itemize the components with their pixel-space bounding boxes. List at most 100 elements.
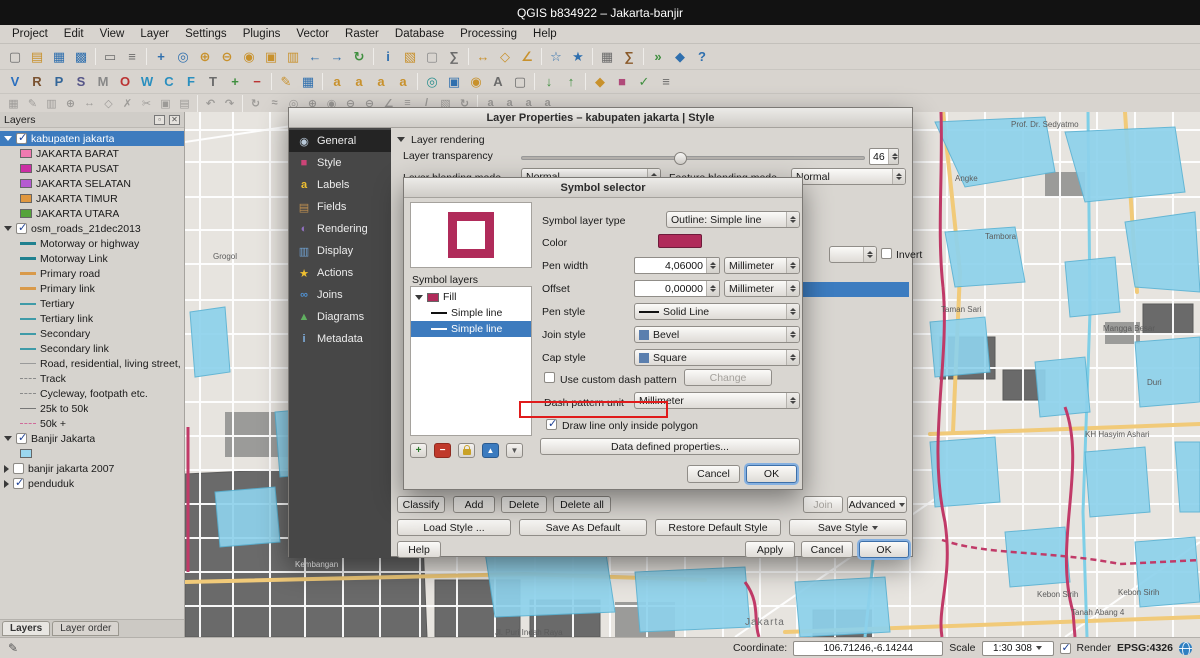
symbol-layer-type-combo[interactable]: Outline: Simple line [666, 211, 800, 228]
layer-item[interactable]: Banjir Jakarta [0, 431, 184, 446]
symbol-cancel-button[interactable]: Cancel [687, 465, 740, 483]
change-dash-button[interactable]: Change [684, 369, 772, 386]
measure-area-icon[interactable]: ◇ [494, 46, 516, 67]
add-wfs-layer-icon[interactable]: F [180, 71, 202, 92]
menu-raster[interactable]: Raster [337, 26, 387, 42]
layer-checkbox[interactable] [16, 133, 27, 144]
layer-item[interactable]: Cycleway, footpath etc. [0, 386, 184, 401]
copy-features-icon[interactable]: ▣ [156, 95, 175, 111]
layer-item[interactable]: JAKARTA TIMUR [0, 191, 184, 206]
layer-item[interactable]: Motorway or highway [0, 236, 184, 251]
labeling-icon[interactable]: a [326, 71, 348, 92]
field-calculator-icon[interactable]: ∑ [618, 46, 640, 67]
node-tool-icon[interactable]: ◇ [99, 95, 118, 111]
layer-item[interactable]: Primary road [0, 266, 184, 281]
new-shapefile-layer-icon[interactable]: + [224, 71, 246, 92]
form-annotation-icon[interactable]: ▢ [509, 71, 531, 92]
move-feature-icon[interactable]: ↔ [80, 95, 99, 111]
layer-item[interactable]: Primary link [0, 281, 184, 296]
composer-manager-icon[interactable]: ≡ [121, 46, 143, 67]
new-bookmark-icon[interactable]: ☆ [545, 46, 567, 67]
offset-unit-combo[interactable]: Millimeter [724, 280, 800, 297]
map-tips-icon[interactable]: ◉ [465, 71, 487, 92]
select-features-icon[interactable]: ▧ [399, 46, 421, 67]
coordinate-input[interactable]: 106.71246,-6.14244 [793, 641, 943, 656]
show-bookmarks-icon[interactable]: ★ [567, 46, 589, 67]
menu-view[interactable]: View [92, 26, 133, 42]
measure-angle-icon[interactable]: ∠ [516, 46, 538, 67]
edits-pencil-icon[interactable]: ✎ [8, 641, 18, 655]
advanced-button[interactable]: Advanced [847, 496, 907, 513]
add-button[interactable]: Add [453, 496, 495, 513]
custom-colors-icon[interactable]: ■ [611, 71, 633, 92]
data-defined-properties-button[interactable]: Data defined properties... [540, 438, 800, 455]
save-project-as-icon[interactable]: ▩ [70, 46, 92, 67]
join-button[interactable]: Join [803, 496, 843, 513]
layer-rendering-expander-icon[interactable] [397, 137, 405, 142]
select-by-expression-icon[interactable]: ∑ [443, 46, 465, 67]
plugin-manager-icon[interactable]: ◆ [669, 46, 691, 67]
expander-icon[interactable] [4, 436, 12, 441]
layer-item[interactable]: Road, residential, living street, etc. [0, 356, 184, 371]
props-tab-joins[interactable]: ∞Joins [289, 284, 391, 306]
help-contents-icon[interactable]: ? [691, 46, 713, 67]
measure-line-icon[interactable]: ↔ [472, 46, 494, 67]
move-layer-up-button[interactable]: ▲ [482, 443, 499, 458]
text-annotation-icon[interactable]: A [487, 71, 509, 92]
new-print-composer-icon[interactable]: ▭ [99, 46, 121, 67]
add-mssql-layer-icon[interactable]: M [92, 71, 114, 92]
toggle-editing-icon[interactable]: ✎ [275, 71, 297, 92]
cancel-button[interactable]: Cancel [801, 541, 853, 558]
invert-checkbox[interactable] [881, 248, 892, 259]
add-wcs-layer-icon[interactable]: C [158, 71, 180, 92]
attribute-table-icon[interactable]: ▦ [596, 46, 618, 67]
layer-item[interactable]: Motorway Link [0, 251, 184, 266]
ok-button[interactable]: OK [859, 541, 909, 558]
layer-checkbox[interactable] [16, 433, 27, 444]
zoom-last-icon[interactable]: ← [304, 46, 326, 67]
layer-item[interactable]: osm_roads_21dec2013 [0, 221, 184, 236]
layer-checkbox[interactable] [13, 463, 24, 474]
pen-width-unit-combo[interactable]: Millimeter [724, 257, 800, 274]
zoom-to-selection-icon[interactable]: ▣ [260, 46, 282, 67]
toggle-editing-digitize-icon[interactable]: ✎ [23, 95, 42, 111]
move-label-icon[interactable]: a [348, 71, 370, 92]
offset-spinbox[interactable]: 0,00000 [634, 280, 720, 297]
menu-layer[interactable]: Layer [132, 26, 177, 42]
menu-help[interactable]: Help [525, 26, 565, 42]
layer-item[interactable]: 50k + [0, 416, 184, 431]
transparency-slider-handle[interactable] [674, 152, 687, 165]
zoom-next-icon[interactable]: → [326, 46, 348, 67]
deselect-features-icon[interactable]: ▢ [421, 46, 443, 67]
help-button[interactable]: Help [397, 541, 441, 558]
menu-database[interactable]: Database [387, 26, 452, 42]
panel-float-icon[interactable]: ▫ [154, 115, 165, 125]
feature-blending-combo[interactable]: Normal [791, 168, 906, 185]
layer-item[interactable]: 25k to 50k [0, 401, 184, 416]
crs-status[interactable]: EPSG:4326 [1117, 642, 1173, 654]
props-tab-style[interactable]: ■Style [289, 152, 391, 174]
expander-icon[interactable] [4, 480, 9, 488]
menu-vector[interactable]: Vector [288, 26, 337, 42]
refresh-icon[interactable]: ↻ [348, 46, 370, 67]
panel-close-icon[interactable]: ✕ [169, 115, 180, 125]
add-raster-layer-icon[interactable]: R [26, 71, 48, 92]
style-manager-icon[interactable]: ◆ [589, 71, 611, 92]
pen-width-spinbox[interactable]: 4,06000 [634, 257, 720, 274]
add-symbol-layer-button[interactable]: + [410, 443, 427, 458]
menu-processing[interactable]: Processing [452, 26, 525, 42]
symbol-units-combo[interactable] [829, 246, 877, 263]
save-layer-edits-icon[interactable]: ▦ [297, 71, 319, 92]
delete-selected-icon[interactable]: ✗ [118, 95, 137, 111]
add-wms-layer-icon[interactable]: W [136, 71, 158, 92]
transparency-slider[interactable] [521, 156, 865, 160]
osm-download-icon[interactable]: ↓ [538, 71, 560, 92]
pan-map-icon[interactable]: + [150, 46, 172, 67]
expander-icon[interactable] [4, 465, 9, 473]
draw-inside-checkbox[interactable] [546, 419, 557, 430]
remove-symbol-layer-button[interactable]: − [434, 443, 451, 458]
color-button[interactable] [658, 234, 702, 248]
layer-item[interactable]: JAKARTA BARAT [0, 146, 184, 161]
classify-button[interactable]: Classify [397, 496, 445, 513]
join-style-combo[interactable]: Bevel [634, 326, 800, 343]
